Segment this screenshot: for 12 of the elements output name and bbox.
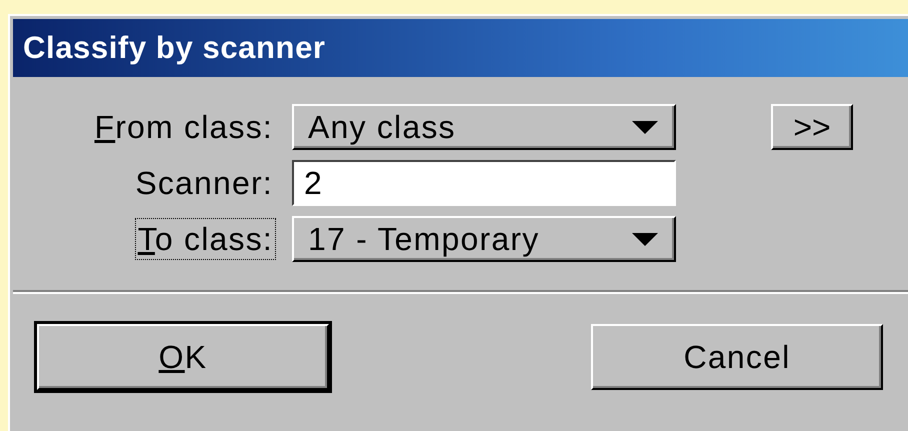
scanner-input-field[interactable]: 2 xyxy=(292,160,676,206)
class-dropdown[interactable]: Any class xyxy=(292,104,676,150)
cancel-button[interactable]: Cancel xyxy=(591,324,883,390)
class-dropdown[interactable]: 17 - Temporary xyxy=(292,216,676,262)
field-label: Scanner: xyxy=(134,164,274,203)
field-label: From class: xyxy=(93,108,274,147)
ok-button[interactable]: OK xyxy=(37,324,329,390)
window-title: Classify by scanner xyxy=(13,19,908,77)
field-label: To class: xyxy=(134,218,276,260)
dropdown-arrow-icon xyxy=(632,120,658,134)
dropdown-arrow-icon xyxy=(632,232,658,246)
expand-button[interactable]: >> xyxy=(771,104,853,150)
